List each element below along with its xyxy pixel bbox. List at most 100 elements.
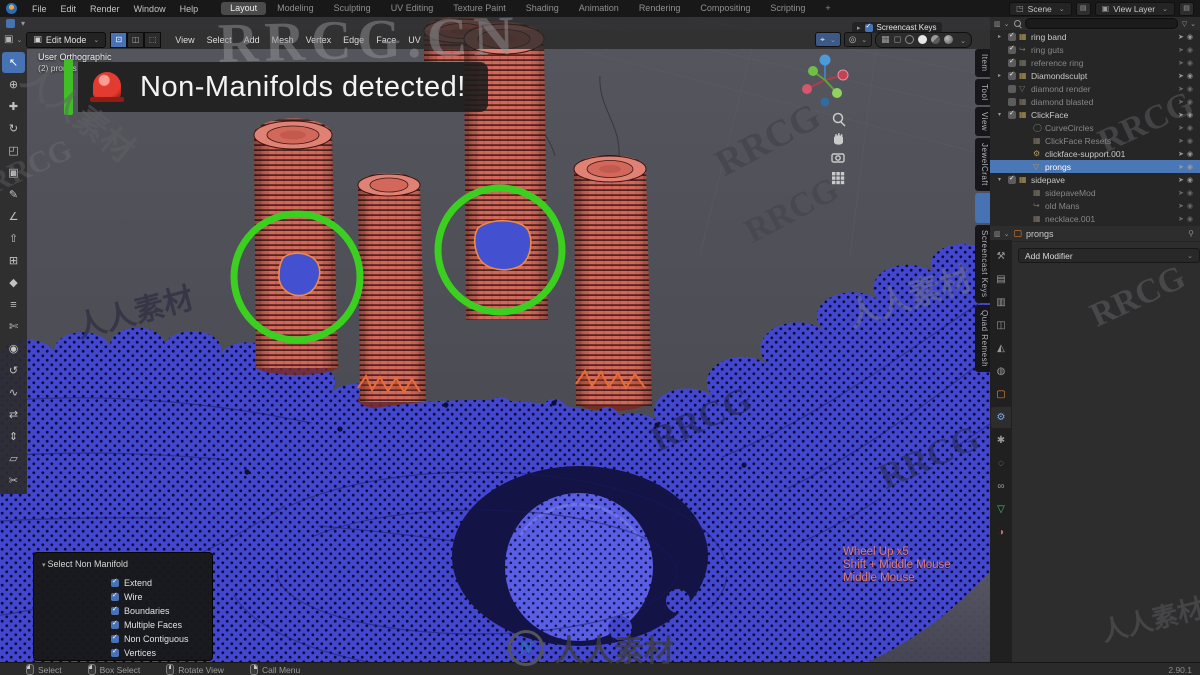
outliner-checkbox[interactable] [1008, 70, 1016, 80]
option-checkbox[interactable] [111, 619, 119, 629]
properties-tab-icon[interactable]: ▥ [991, 292, 1011, 313]
face-select-button[interactable]: ⬚ [144, 31, 162, 48]
popup-title[interactable]: Select Non Manifold [34, 553, 212, 569]
viewport-menu[interactable]: Add [238, 35, 266, 45]
outliner-row[interactable]: ⚙ clickface-support.001 ➤◉ [990, 147, 1200, 160]
vertex-select-button[interactable]: ⊡ [110, 31, 128, 48]
object-name[interactable]: diamond blasted [1031, 97, 1175, 107]
zoom-icon[interactable] [832, 112, 846, 127]
expand-arrow-icon[interactable]: ▸ [998, 72, 1005, 79]
workspace-tab[interactable]: Modeling [268, 2, 323, 15]
option-checkbox[interactable] [111, 647, 119, 657]
sidebar-tab[interactable]: Quad Remesh [975, 304, 990, 372]
restrict-toggles[interactable]: ➤◉ [1178, 215, 1196, 223]
tool-button[interactable]: ▣ [2, 162, 25, 183]
tool-button[interactable]: ⊕ [2, 74, 25, 95]
restrict-toggles[interactable]: ➤◉ [1178, 150, 1196, 158]
tool-button[interactable]: ↺ [2, 360, 25, 381]
shading-dropdown-icon[interactable] [957, 35, 966, 45]
tool-button[interactable]: ↖ [2, 52, 25, 73]
overlays-icon[interactable]: ▦ [881, 34, 890, 45]
workspace-tab[interactable]: Sculpting [325, 2, 380, 15]
outliner-checkbox[interactable] [1008, 84, 1016, 93]
popup-option[interactable]: Extend [111, 576, 189, 590]
edge-select-button[interactable]: ◫ [127, 31, 145, 48]
restrict-toggles[interactable]: ➤◉ [1178, 163, 1196, 171]
pin-icon[interactable]: ⚲ [1188, 229, 1194, 238]
workspace-tab[interactable]: Animation [570, 2, 628, 15]
tool-button[interactable]: ✎ [2, 184, 25, 205]
restrict-toggles[interactable]: ➤◉ [1178, 111, 1196, 119]
properties-tab-icon[interactable]: ▢ [991, 384, 1011, 405]
filter-funnel-icon[interactable]: ▽ [1182, 20, 1196, 28]
tool-button[interactable]: ≡ [2, 294, 25, 315]
restrict-toggles[interactable]: ➤◉ [1178, 137, 1196, 145]
tool-button[interactable]: ⊞ [2, 250, 25, 271]
option-checkbox[interactable] [111, 605, 119, 615]
outliner-row[interactable]: ▸ ▦ ring band ➤◉ [990, 30, 1200, 43]
workspace-tab[interactable]: Rendering [630, 2, 690, 15]
mode-dropdown[interactable]: ▣ Edit Mode [26, 31, 107, 48]
restrict-toggles[interactable]: ➤◉ [1178, 33, 1196, 41]
material-shading-icon[interactable] [931, 35, 941, 44]
outliner-checkbox[interactable] [1008, 31, 1016, 41]
xray-icon[interactable]: ◻ [894, 34, 901, 45]
object-name[interactable]: sidepaveMod [1045, 188, 1175, 198]
view-layer-selector[interactable]: ▣ View Layer [1094, 1, 1175, 16]
outliner-row[interactable]: ▦ ClickFace Resets ➤◉ [990, 134, 1200, 147]
outliner-row[interactable]: ▽ diamond render ➤◉ [990, 82, 1200, 95]
restrict-toggles[interactable]: ➤◉ [1178, 124, 1196, 132]
restrict-toggles[interactable]: ➤◉ [1178, 189, 1196, 197]
popup-option[interactable]: Multiple Faces [111, 618, 189, 632]
popup-option[interactable]: Non Contiguous [111, 632, 189, 646]
proportional-edit-button[interactable]: ◎ [843, 32, 873, 47]
sidebar-tab[interactable]: Tool [975, 78, 990, 106]
properties-tab-icon[interactable]: ⚙ [991, 407, 1011, 428]
viewport-menu[interactable]: Edge [337, 35, 370, 45]
expand-arrow-icon[interactable]: ▾ [998, 111, 1005, 118]
viewport-menu[interactable]: View [169, 35, 200, 45]
object-name[interactable]: Diamondsculpt [1031, 71, 1175, 81]
object-name[interactable]: old Mans [1045, 201, 1175, 211]
outliner-search-input[interactable] [1024, 18, 1178, 29]
popup-option[interactable]: Vertices [111, 646, 189, 660]
restrict-toggles[interactable]: ➤◉ [1178, 72, 1196, 80]
add-modifier-dropdown[interactable]: Add Modifier [1018, 248, 1200, 263]
grid-perspective-icon[interactable] [832, 172, 845, 185]
new-scene-button[interactable]: ▤ [1075, 1, 1091, 16]
properties-tab-icon[interactable]: ◭ [991, 338, 1011, 359]
tool-options-icon[interactable]: ▾ [21, 19, 25, 28]
outliner-row[interactable]: ◯ CurveCircles ➤◉ [990, 121, 1200, 134]
wireframe-shading-icon[interactable] [905, 35, 915, 44]
editor-type-icon[interactable]: ▣ [4, 34, 22, 45]
sidebar-tab[interactable] [975, 193, 990, 224]
viewport-menu[interactable]: Face [370, 35, 402, 45]
restrict-toggles[interactable]: ➤◉ [1178, 202, 1196, 210]
new-view-layer-button[interactable]: ▤ [1179, 1, 1194, 16]
viewport-menu[interactable]: Vertex [300, 35, 338, 45]
tool-button[interactable]: ◉ [2, 338, 25, 359]
topbar-menu[interactable]: Help [173, 4, 206, 14]
navigation-gizmo[interactable] [802, 54, 849, 107]
topbar-menu[interactable]: Window [127, 4, 173, 14]
active-tool-icon[interactable] [6, 19, 15, 28]
object-name[interactable]: ring guts [1031, 45, 1175, 55]
tool-button[interactable]: ◆ [2, 272, 25, 293]
properties-tab-icon[interactable]: ◫ [991, 315, 1011, 336]
popup-option[interactable]: Wire [111, 590, 189, 604]
object-name[interactable]: reference ring [1031, 58, 1175, 68]
properties-tab-icon[interactable]: ✱ [991, 430, 1011, 451]
object-name[interactable]: clickface-support.001 [1045, 149, 1175, 159]
expand-arrow-icon[interactable]: ▸ [857, 24, 861, 32]
outliner-row[interactable]: ▾ ▦ ClickFace ➤◉ [990, 108, 1200, 121]
expand-arrow-icon[interactable]: ▸ [998, 33, 1005, 40]
option-checkbox[interactable] [111, 591, 119, 601]
object-name[interactable]: ClickFace Resets [1045, 136, 1175, 146]
properties-tab-icon[interactable]: ∞ [991, 476, 1011, 497]
tool-button[interactable]: ✂ [2, 470, 25, 491]
topbar-menu[interactable]: File [25, 4, 54, 14]
object-name[interactable]: necklace.001 [1045, 214, 1175, 224]
object-name[interactable]: sidepave [1031, 175, 1175, 185]
display-mode-icon[interactable]: ▥ [994, 20, 1010, 28]
properties-tab-icon[interactable]: ◑ [991, 522, 1011, 543]
